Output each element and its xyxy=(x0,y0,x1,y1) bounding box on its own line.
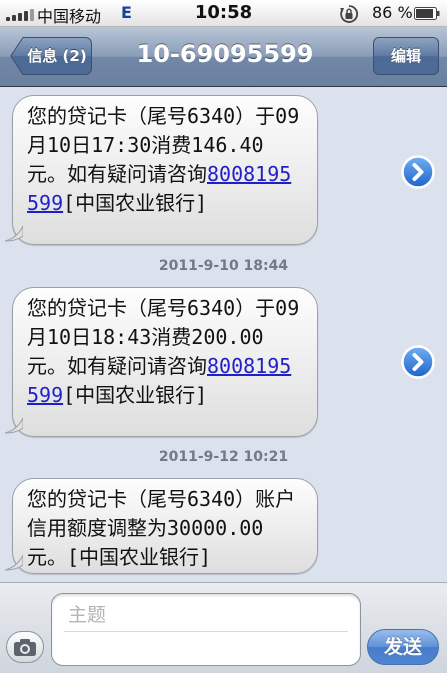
message-bubble[interactable]: 您的贷记卡（尾号6340）于09月10日17:30消费146.40元。如有疑问请… xyxy=(5,95,318,245)
message-text-suffix: [中国农业银行] xyxy=(63,383,208,407)
subject-divider xyxy=(64,631,348,632)
subject-placeholder[interactable]: 主题 xyxy=(68,600,106,627)
camera-button[interactable] xyxy=(6,631,44,663)
bubble-tail xyxy=(5,555,23,571)
message-timestamp: 2011-9-12 10:21 xyxy=(158,449,289,465)
status-bar: 中国移动 E 10:58 86 % xyxy=(0,0,447,27)
message-bubble[interactable]: 您的贷记卡（尾号6340）账户信用额度调整为30000.00元。[中国农业银行] xyxy=(5,478,318,574)
camera-icon xyxy=(14,639,36,656)
conversation-title: 10-69095599 xyxy=(136,40,314,68)
message-input[interactable]: 主题 xyxy=(51,593,361,666)
bubble-tail xyxy=(5,226,23,242)
navigation-bar: 信息 (2) 10-69095599 编辑 xyxy=(0,27,447,87)
back-button-label: 信息 (2) xyxy=(27,47,87,65)
detail-chevron-icon[interactable] xyxy=(401,155,435,189)
detail-chevron-icon[interactable] xyxy=(401,345,435,379)
message-text: 您的贷记卡（尾号6340）账户信用额度调整为30000.00元。[中国农业银行] xyxy=(27,487,296,569)
bubble-tail xyxy=(5,418,23,434)
message-text-suffix: [中国农业银行] xyxy=(63,191,208,215)
message-timestamp: 2011-9-10 18:44 xyxy=(158,258,289,274)
compose-bar: 主题 发送 xyxy=(0,582,447,673)
message-list[interactable]: 您的贷记卡（尾号6340）于09月10日17:30消费146.40元。如有疑问请… xyxy=(0,87,447,582)
edit-button[interactable]: 编辑 xyxy=(373,37,439,75)
battery-icon xyxy=(414,7,440,20)
back-button[interactable]: 信息 (2) xyxy=(10,37,92,75)
send-button[interactable]: 发送 xyxy=(367,629,439,665)
rotation-lock-icon xyxy=(340,5,358,23)
message-bubble[interactable]: 您的贷记卡（尾号6340）于09月10日18:43消费200.00元。如有疑问请… xyxy=(5,287,318,437)
battery-percentage: 86 % xyxy=(372,3,413,22)
